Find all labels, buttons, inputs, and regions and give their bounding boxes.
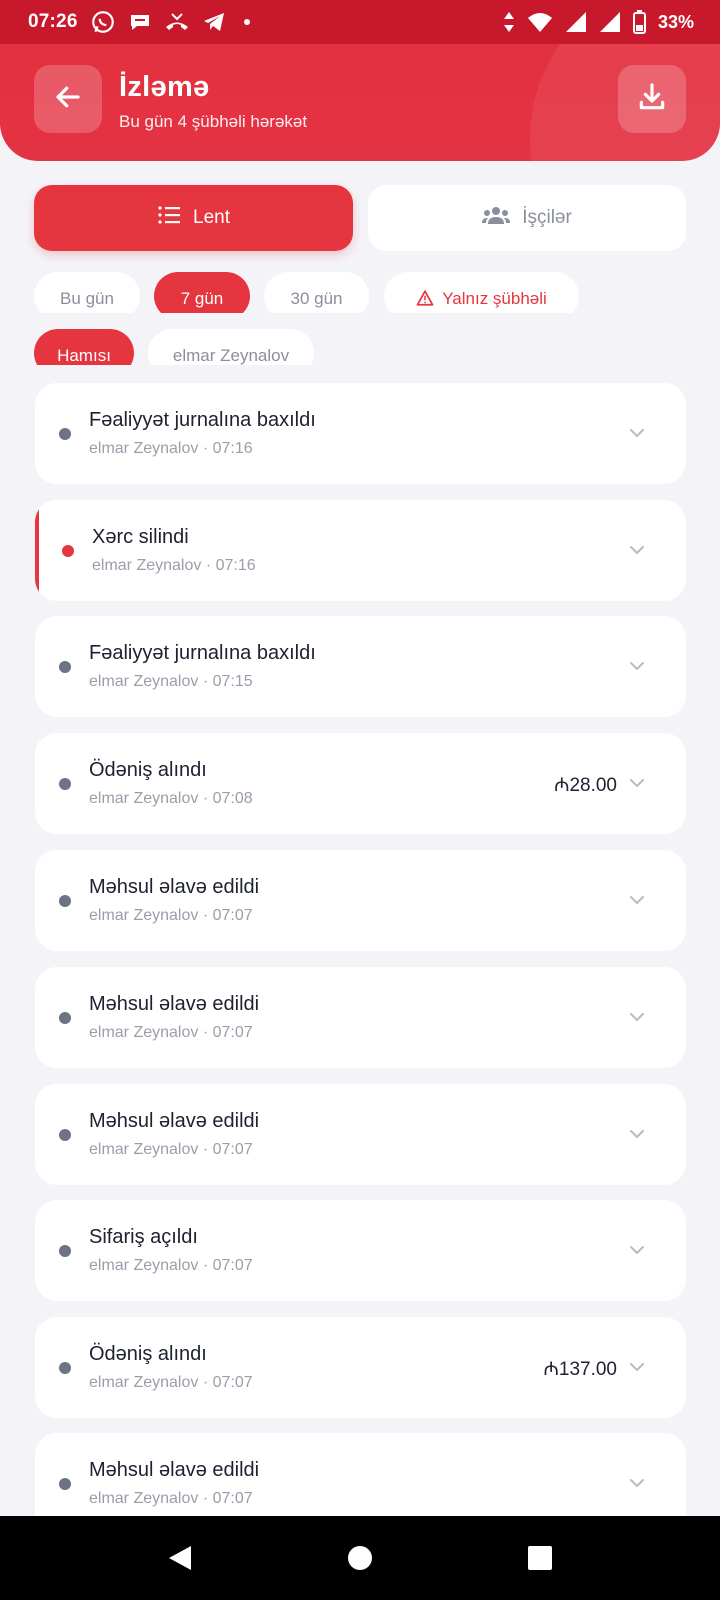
activity-title: Ödəniş alındı: [89, 759, 207, 781]
data-arrows-icon: [503, 11, 515, 33]
arrow-left-icon: [53, 82, 83, 117]
back-triangle-icon[interactable]: [160, 1538, 200, 1578]
activity-meta: elmar Zeynalov · 07:08: [89, 790, 253, 807]
activity-title: Məhsul əlavə edildi: [89, 1459, 260, 1481]
activity-amount: ₼28.00: [554, 775, 617, 796]
app-header: İzləmə Bu gün 4 şübhəli hərəkət: [0, 44, 720, 161]
chevron-down-icon[interactable]: [625, 1005, 649, 1029]
activity-title: Məhsul əlavə edildi: [89, 876, 260, 898]
battery-icon: [632, 10, 646, 34]
status-dot-icon: [59, 895, 71, 907]
chevron-down-icon[interactable]: [625, 654, 649, 678]
monitoring-screen: 07:26 33% İzləmə Bu gün 4 şübhəli hərəkə…: [0, 0, 720, 1600]
activity-title: Məhsul əlavə edildi: [89, 1110, 260, 1132]
status-dot-icon: [59, 1012, 71, 1024]
activity-card[interactable]: Məhsul əlavə edildi elmar Zeynalov · 07:…: [35, 967, 686, 1068]
page-title: İzləmə: [119, 71, 210, 103]
notification-dot-icon: [243, 19, 250, 25]
activity-title: Fəaliyyət jurnalına baxıldı: [89, 409, 316, 431]
telegram-icon: [202, 11, 226, 33]
signal-icon: [565, 11, 587, 33]
activity-card[interactable]: Ödəniş alındı elmar Zeynalov · 07:08 ₼28…: [35, 733, 686, 834]
activity-card[interactable]: Məhsul əlavə edildi elmar Zeynalov · 07:…: [35, 850, 686, 951]
activity-meta: elmar Zeynalov · 07:16: [92, 557, 256, 574]
chevron-down-icon[interactable]: [625, 1471, 649, 1495]
signal-icon: [599, 11, 621, 33]
status-dot-icon: [59, 428, 71, 440]
whatsapp-icon: [90, 9, 116, 35]
activity-meta: elmar Zeynalov · 07:07: [89, 1024, 253, 1041]
page-subtitle: Bu gün 4 şübhəli hərəkət: [119, 112, 308, 131]
activity-title: Xərc silindi: [92, 526, 189, 548]
chat-bubble-icon: [128, 10, 152, 34]
activity-meta: elmar Zeynalov · 07:15: [89, 673, 253, 690]
download-icon: [636, 81, 668, 118]
activity-title: Fəaliyyət jurnalına baxıldı: [89, 642, 316, 664]
chevron-down-icon[interactable]: [625, 888, 649, 912]
missed-call-icon: [164, 10, 190, 34]
activity-title: Ödəniş alındı: [89, 1343, 207, 1365]
status-dot-icon: [59, 1478, 71, 1490]
status-time: 07:26: [28, 11, 78, 32]
chevron-down-icon[interactable]: [625, 771, 649, 795]
status-dot-icon: [59, 1362, 71, 1374]
activity-meta: elmar Zeynalov · 07:16: [89, 440, 253, 457]
chevron-down-icon[interactable]: [625, 1122, 649, 1146]
wifi-icon: [527, 11, 553, 33]
status-dot-icon: [59, 661, 71, 673]
status-dot-icon: [59, 1129, 71, 1141]
chevron-down-icon[interactable]: [625, 538, 649, 562]
activity-card[interactable]: Məhsul əlavə edildi elmar Zeynalov · 07:…: [35, 1084, 686, 1185]
activity-amount: ₼137.00: [543, 1359, 617, 1380]
activity-meta: elmar Zeynalov · 07:07: [89, 1141, 253, 1158]
status-dot-icon: [59, 1245, 71, 1257]
activity-meta: elmar Zeynalov · 07:07: [89, 1374, 253, 1391]
recents-square-icon[interactable]: [520, 1538, 560, 1578]
activity-title: Məhsul əlavə edildi: [89, 993, 260, 1015]
activity-card-suspicious[interactable]: Xərc silindi elmar Zeynalov · 07:16: [35, 500, 686, 601]
activity-card[interactable]: Məhsul əlavə edildi elmar Zeynalov · 07:…: [35, 1433, 686, 1516]
activity-list: Fəaliyyət jurnalına baxıldı elmar Zeynal…: [0, 0, 720, 1516]
activity-meta: elmar Zeynalov · 07:07: [89, 1490, 253, 1507]
activity-card[interactable]: Fəaliyyət jurnalına baxıldı elmar Zeynal…: [35, 383, 686, 484]
chevron-down-icon[interactable]: [625, 421, 649, 445]
back-button[interactable]: [34, 65, 102, 133]
battery-percentage: 33%: [657, 11, 694, 32]
activity-card[interactable]: Ödəniş alındı elmar Zeynalov · 07:07 ₼13…: [35, 1317, 686, 1418]
status-dot-icon: [62, 545, 74, 557]
chevron-down-icon[interactable]: [625, 1238, 649, 1262]
status-dot-icon: [59, 778, 71, 790]
activity-title: Sifariş açıldı: [89, 1226, 198, 1248]
activity-meta: elmar Zeynalov · 07:07: [89, 1257, 253, 1274]
system-nav-bar: [0, 1516, 720, 1600]
chevron-down-icon[interactable]: [625, 1355, 649, 1379]
activity-card[interactable]: Sifariş açıldı elmar Zeynalov · 07:07: [35, 1200, 686, 1301]
activity-card[interactable]: Fəaliyyət jurnalına baxıldı elmar Zeynal…: [35, 616, 686, 717]
home-circle-icon[interactable]: [340, 1538, 380, 1578]
activity-meta: elmar Zeynalov · 07:07: [89, 907, 253, 924]
status-bar: 07:26 33%: [0, 0, 720, 44]
download-button[interactable]: [618, 65, 686, 133]
